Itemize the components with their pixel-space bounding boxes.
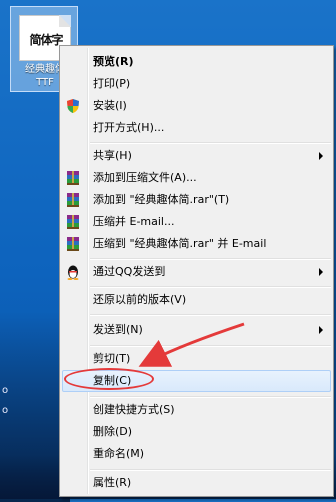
annotation-arrow-icon bbox=[138, 322, 245, 367]
